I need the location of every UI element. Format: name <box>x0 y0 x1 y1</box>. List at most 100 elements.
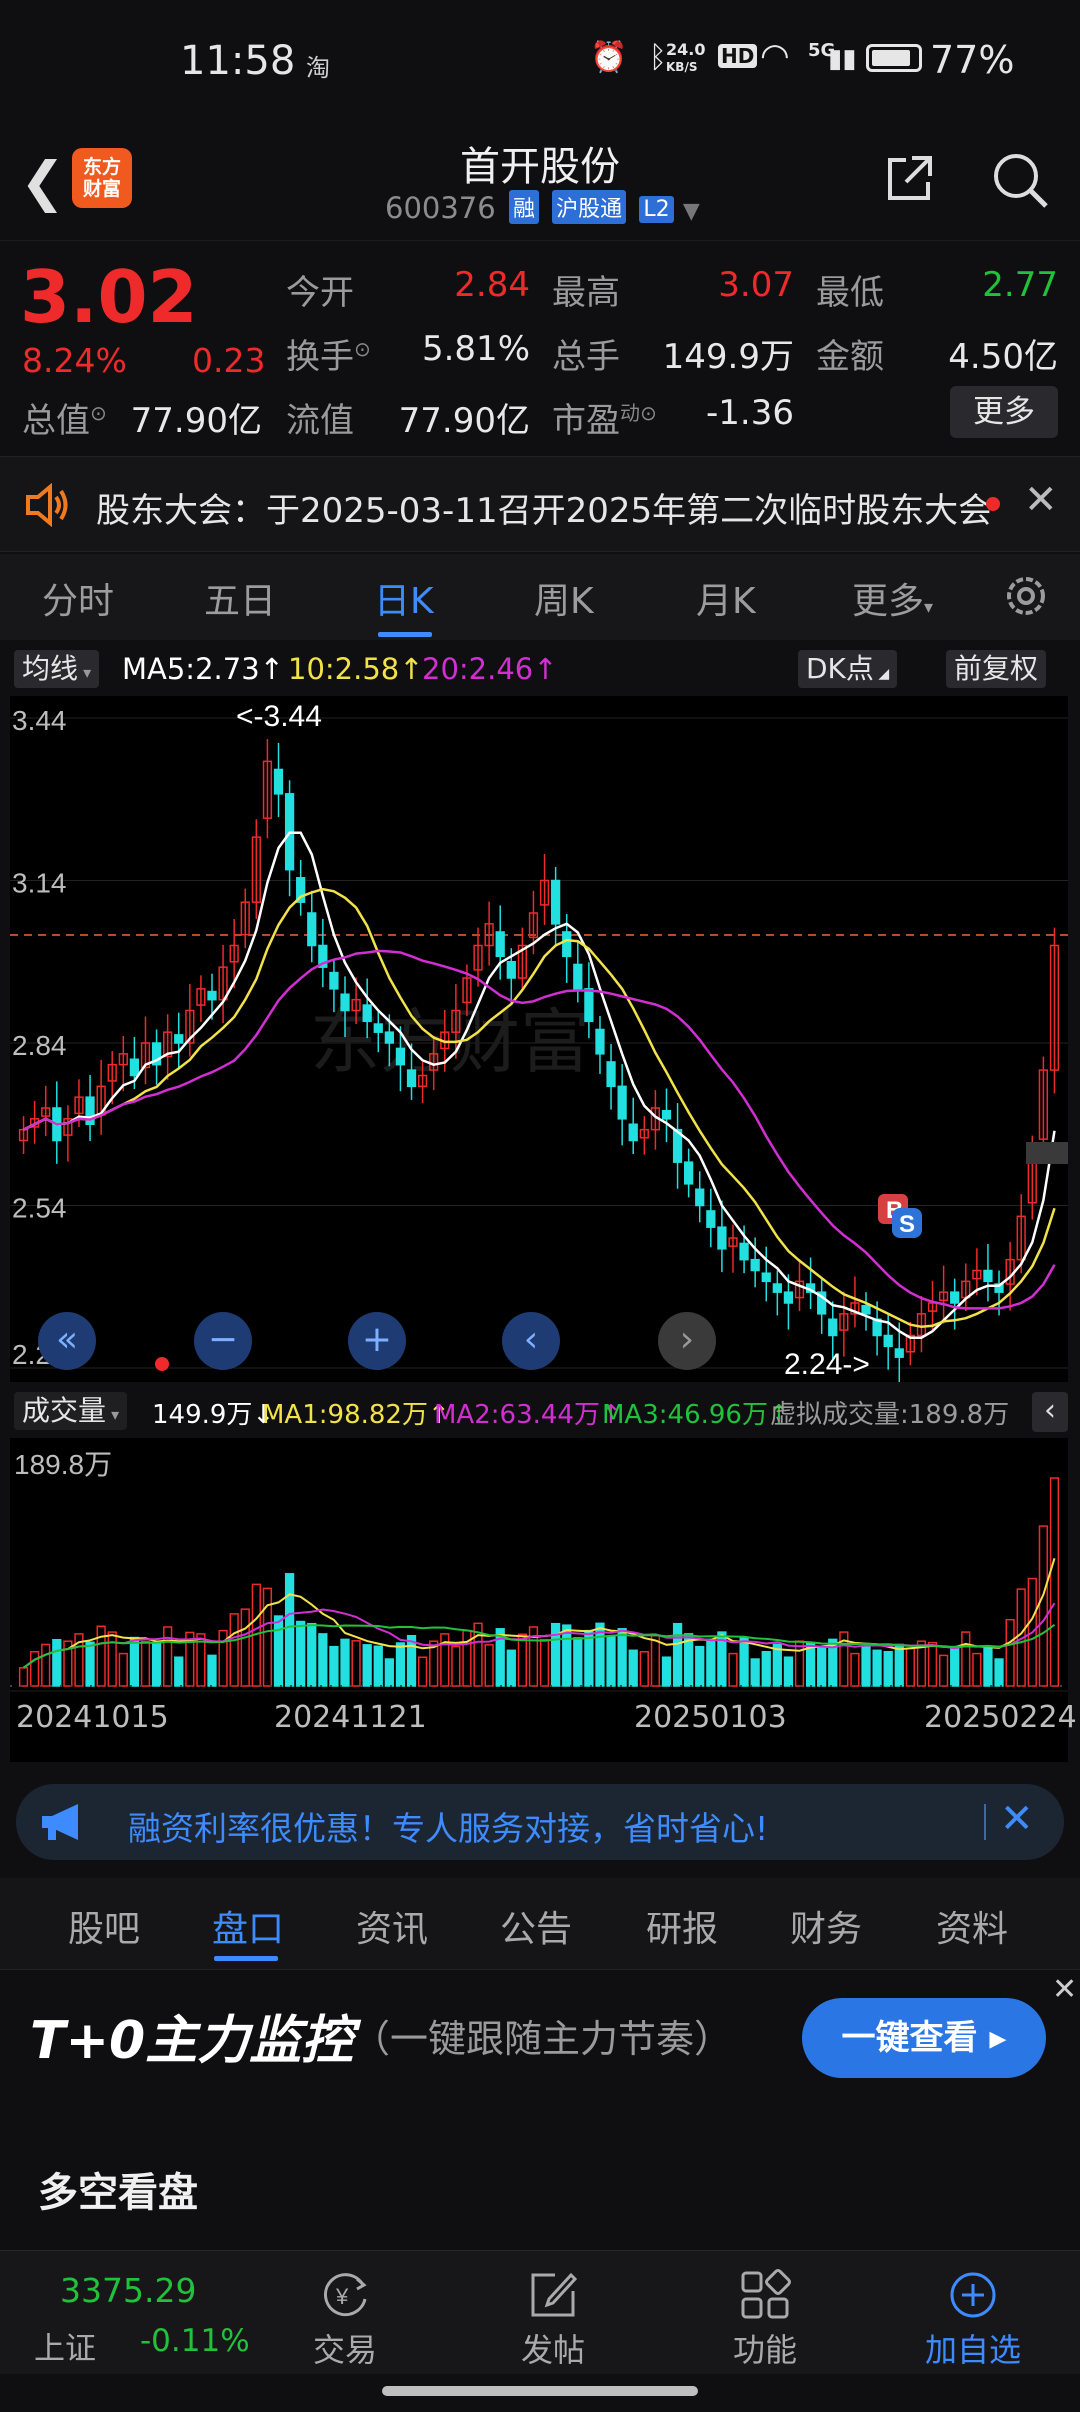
ma-indicator-bar: 均线 ▾ MA5:2.73↑ 10:2.58↑ 20:2.46↑ DK点 ◢ 前… <box>0 642 1080 694</box>
signal-bars-icon: ▮▮ <box>828 44 857 74</box>
volume-bar-down <box>384 1658 394 1687</box>
volume-bar-up <box>163 1626 173 1687</box>
svg-text:¥: ¥ <box>335 2284 349 2309</box>
index-name: 上证 <box>34 2331 96 2367</box>
y-tick-label: 2.84 <box>12 1030 67 1061</box>
volume-bar-down <box>628 1649 638 1687</box>
tab-forum[interactable]: 股吧 <box>68 1900 140 1952</box>
nav-add-watchlist[interactable]: 加自选 <box>908 2269 1038 2371</box>
hd-icon: HD <box>718 44 758 68</box>
volume-bar-down <box>406 1634 417 1687</box>
tab-weekly-k[interactable]: 周K <box>534 572 594 624</box>
battery-icon <box>866 44 922 72</box>
close-promo-icon[interactable]: ✕ <box>1052 1972 1077 2007</box>
view-now-button[interactable]: 一键查看 ▸ <box>802 1998 1046 2078</box>
dk-point-toggle[interactable]: DK点 ◢ <box>798 650 898 688</box>
add-circle-icon <box>950 2272 996 2318</box>
nav-trade[interactable]: ¥ 交易 <box>280 2269 410 2371</box>
close-icon[interactable]: ✕ <box>1024 477 1058 523</box>
turnover-label[interactable]: 换手⊙ <box>286 329 371 378</box>
candle-down <box>329 971 339 990</box>
nav-functions[interactable]: 功能 <box>700 2269 830 2371</box>
tab-intraday[interactable]: 分时 <box>42 572 114 624</box>
volume-bar-down <box>783 1656 794 1687</box>
tab-more[interactable]: 更多▾ <box>852 572 933 624</box>
tab-profile[interactable]: 资料 <box>936 1900 1008 1952</box>
scroll-left-button[interactable]: ‹ <box>502 1312 560 1370</box>
volume-bar-up <box>118 1652 128 1687</box>
volume-select[interactable]: 成交量 ▾ <box>14 1392 128 1430</box>
change-amount: 0.23 <box>192 341 266 380</box>
volume-bar-up <box>262 1587 273 1687</box>
tab-announcements[interactable]: 公告 <box>500 1900 572 1952</box>
volume-bar-down <box>661 1656 672 1687</box>
scroll-left-fast-button[interactable]: « <box>38 1312 96 1370</box>
volume-bar-down <box>617 1628 627 1687</box>
kline-chart[interactable]: 东方财富 3.44 3.14 2.84 2.54 2.24 <-3.44 2.24-> … <box>10 696 1068 1384</box>
volume-label: 总手 <box>552 337 620 377</box>
stock-code-line[interactable]: 600376 融 沪股通 L2 ▼ <box>385 190 700 225</box>
ma-type-select[interactable]: 均线 ▾ <box>14 650 100 688</box>
financing-ad-banner[interactable]: 融资利率很优惠！专人服务对接，省时省心! ✕ <box>16 1784 1064 1860</box>
tab-news[interactable]: 资讯 <box>356 1900 428 1952</box>
nav-label: 功能 <box>732 2331 797 2369</box>
volume-bar-up <box>938 1654 949 1687</box>
date-label: 20250224 <box>924 1700 1077 1735</box>
min-price-label: 2.24-> <box>784 1348 870 1381</box>
tab-research[interactable]: 研报 <box>646 1900 718 1952</box>
nav-post[interactable]: 发帖 <box>488 2269 618 2371</box>
info-tabs: 股吧 盘口 资讯 公告 研报 财务 资料 <box>0 1878 1080 1970</box>
notice-bar[interactable]: 股东大会：于2025-03-11召开2025年第二次临时股东大会 ✕ <box>0 456 1080 552</box>
zoom-out-button[interactable]: − <box>194 1312 252 1370</box>
volume-bar-up <box>351 1640 361 1687</box>
candle-down <box>495 931 505 958</box>
volume-bar-down <box>207 1654 217 1687</box>
date-label: 20241121 <box>274 1700 427 1735</box>
volume-bar-down <box>606 1635 616 1687</box>
pe-label[interactable]: 市盈动⊙ <box>552 393 657 442</box>
tab-five-day[interactable]: 五日 <box>204 572 276 624</box>
tab-monthly-k[interactable]: 月K <box>696 572 756 624</box>
candle-down <box>661 1109 672 1120</box>
notice-text: 股东大会：于2025-03-11召开2025年第二次临时股东大会 <box>96 491 993 531</box>
adjust-select[interactable]: 前复权 <box>946 650 1047 688</box>
volume-bar-down <box>883 1651 893 1687</box>
amount-label: 金额 <box>816 337 884 377</box>
candle-down <box>983 1269 993 1283</box>
y-tick-label: 3.14 <box>12 868 67 899</box>
home-indicator <box>382 2386 698 2396</box>
candle-down <box>395 1047 406 1066</box>
candle-down <box>573 963 583 990</box>
volume-bar-down <box>307 1622 317 1687</box>
connect-tag: 沪股通 <box>552 190 627 224</box>
gear-icon[interactable] <box>998 568 1054 624</box>
volume-bar-up <box>650 1634 661 1687</box>
status-time: 11:58 <box>180 38 296 84</box>
candle-down <box>772 1283 782 1293</box>
tab-finance[interactable]: 财务 <box>790 1900 862 1952</box>
close-ad-icon[interactable]: ✕ <box>1000 1796 1034 1842</box>
volume-bar-up <box>639 1651 649 1687</box>
scroll-right-button[interactable]: › <box>658 1312 716 1370</box>
t0-monitor-promo[interactable]: T+0主力监控 （一键跟随主力节奏） 一键查看 ▸ ✕ <box>0 1972 1080 2092</box>
candle-down <box>695 1188 705 1207</box>
ma5-readout: MA5:2.73↑ <box>122 652 284 686</box>
turnover-value: 5.81% <box>421 329 530 369</box>
zoom-in-button[interactable]: + <box>348 1312 406 1370</box>
candle-down <box>174 1034 184 1044</box>
bottom-nav: 3375.29 上证 -0.11% ¥ 交易 发帖 功能 加自选 <box>0 2250 1080 2374</box>
search-icon[interactable] <box>990 150 1050 210</box>
volume-bar-up <box>794 1640 805 1687</box>
promo-headline: T+0主力监控 <box>30 2011 354 2071</box>
tab-orderbook[interactable]: 盘口 <box>212 1900 284 1952</box>
volume-chart[interactable]: 189.8万 <box>10 1438 1068 1690</box>
share-icon[interactable] <box>884 152 936 204</box>
tab-daily-k[interactable]: 日K <box>374 572 434 624</box>
volume-bar-up <box>972 1652 982 1687</box>
mktcap-label[interactable]: 总值⊙ <box>22 393 107 442</box>
more-button[interactable]: 更多 <box>950 386 1058 438</box>
collapse-arrow-icon[interactable]: ‹ <box>1032 1392 1068 1432</box>
volume-svg: 189.8万 <box>10 1449 1068 1687</box>
low-value: 2.77 <box>982 265 1058 305</box>
volume-bar-up <box>850 1652 860 1687</box>
